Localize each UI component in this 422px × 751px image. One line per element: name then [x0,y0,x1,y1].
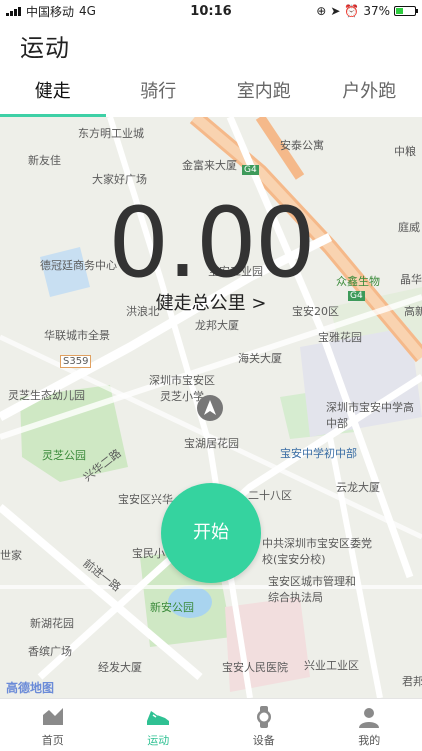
map-view[interactable]: 东方明工业城 新友佳 大家好广场 金富来大厦 安泰公寓 德冠廷商务中心 华联城市… [0,117,422,698]
tab-outdoor-run[interactable]: 户外跑 [317,74,422,114]
location-arrow-icon [197,395,223,421]
nav-home[interactable]: 首页 [0,699,106,751]
map-label: 灵芝生态幼儿园 [8,387,85,403]
map-label: 东方明工业城 [78,125,144,141]
total-km-link[interactable]: 健走总公里 > [0,289,422,315]
page-title: 运动 [20,28,70,63]
map-label: 香缤广场 [28,643,72,659]
nav-device[interactable]: 设备 [211,699,317,751]
map-logo: 高德地图 [6,679,54,696]
bottom-nav: 首页 运动 设备 我的 [0,698,422,751]
battery-icon [394,6,416,16]
sneaker-icon [145,705,171,729]
map-label: 君邦 [402,673,422,689]
map-label: 宝雅花园 [318,329,362,345]
rotation-lock-icon: ⊕ [316,4,326,18]
battery-percent: 37% [363,4,390,18]
nav-profile[interactable]: 我的 [317,699,422,751]
tab-indoor-run[interactable]: 室内跑 [211,74,317,114]
tab-cycling[interactable]: 骑行 [106,74,212,114]
map-label: 宝安区兴华 [118,491,173,507]
map-label: 深圳市宝安中学高中部 [326,399,416,431]
tab-walk[interactable]: 健走 [0,74,106,114]
map-label: 华联城市全景 [44,327,110,343]
map-label: 经发大厦 [98,659,142,675]
location-icon: ➤ [330,4,340,18]
map-label: 龙邦大厦 [195,317,239,333]
nav-device-label: 设备 [253,734,275,747]
sport-tabs: 健走 骑行 室内跑 户外跑 [0,74,422,114]
signal-icon [6,6,21,16]
network-label: 4G [79,4,96,18]
home-chart-icon [40,705,66,729]
map-label: 云龙大厦 [336,479,380,495]
map-label: 二十八区 [248,487,292,503]
map-label: 世家 [0,547,22,563]
nav-sport[interactable]: 运动 [106,699,212,751]
nav-sport-label: 运动 [147,734,169,747]
map-label: 金富来大厦 [182,157,237,173]
map-label: 大家好广场 [92,171,147,187]
status-bar: 中国移动 4G 10:16 ⊕ ➤ ⏰ 37% [0,0,422,22]
map-label: 宝湖居花园 [184,435,239,451]
map-label: 新友佳 [28,152,61,168]
status-right: ⊕ ➤ ⏰ 37% [316,4,416,18]
map-label: 安泰公寓 [280,137,324,153]
map-label: 中共深圳市宝安区委党校(宝安分校) [262,535,372,567]
map-label: 灵芝公园 [42,447,86,463]
map-label: 宝安中学初中部 [280,445,357,461]
header: 运动 健走 骑行 室内跑 户外跑 [0,22,422,117]
map-label: 宝民小 [132,545,165,561]
distance-value: 0.00 [0,187,422,299]
start-button[interactable]: 开始 [161,483,261,583]
highway-badge: G4 [242,165,259,175]
map-label: 新湖花园 [30,615,74,631]
map-label: 海关大厦 [238,350,282,366]
highway-badge: S359 [60,355,91,368]
map-label: 中粮 [394,143,416,159]
clock: 10:16 [190,4,231,19]
nav-profile-label: 我的 [358,734,380,747]
map-label: 宝安区城市管理和综合执法局 [268,573,358,605]
map-label: 新安公园 [150,599,194,615]
nav-home-label: 首页 [42,734,64,747]
carrier-label: 中国移动 [26,3,74,20]
map-label: 兴业工业区 [304,657,359,673]
watch-icon [251,705,277,729]
map-label: 宝安人民医院 [222,659,288,675]
user-icon [356,705,382,729]
status-left: 中国移动 4G [6,3,96,20]
alarm-icon: ⏰ [344,4,359,18]
